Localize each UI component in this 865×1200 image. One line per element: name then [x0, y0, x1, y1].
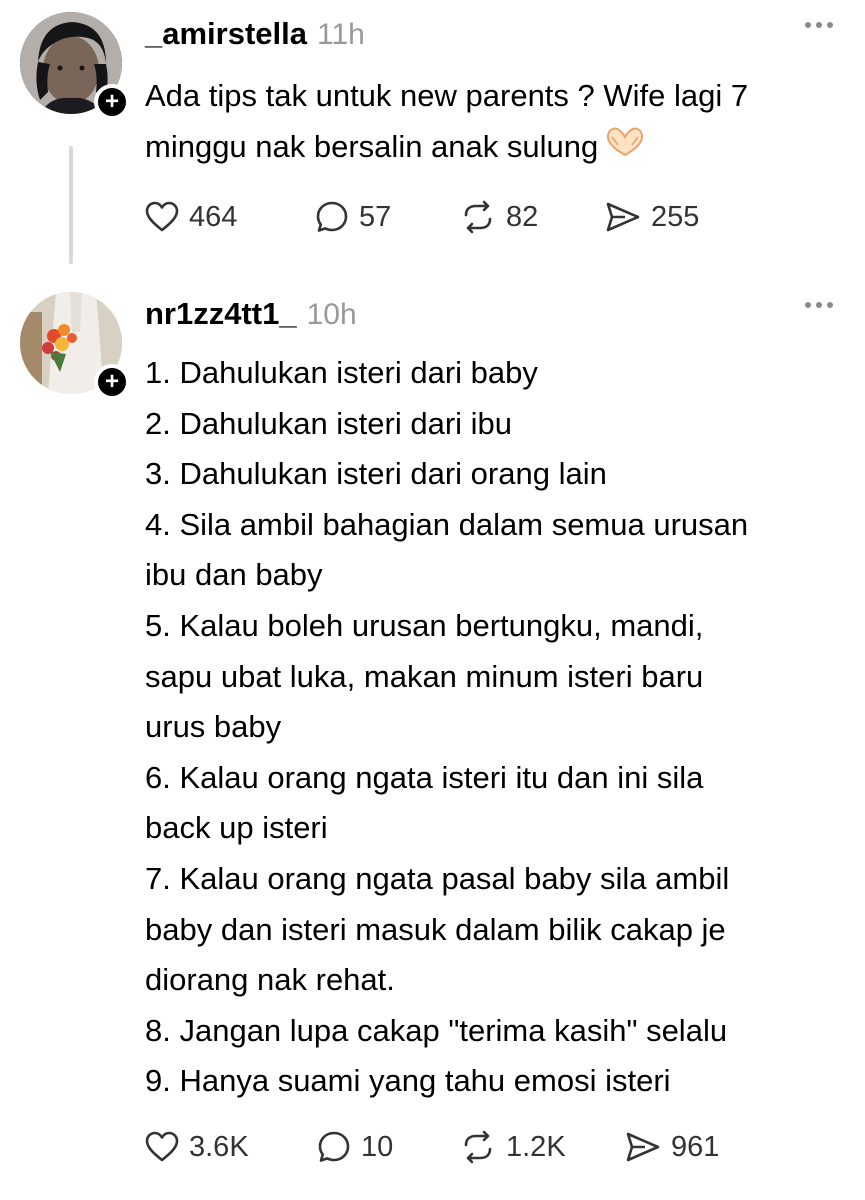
- timestamp: 10h: [306, 298, 357, 331]
- username[interactable]: _amirstella: [145, 16, 307, 52]
- plus-icon: +: [104, 368, 119, 395]
- reply-count: 57: [359, 200, 392, 233]
- avatar-container[interactable]: +: [20, 12, 130, 120]
- repost-arrows-icon: [464, 200, 492, 234]
- post-actions: 3.6K 10 1.2K 961: [145, 1130, 719, 1164]
- post-text: 1. Dahulukan isteri dari baby 2. Dahuluk…: [145, 348, 845, 1107]
- more-dots-icon[interactable]: [805, 22, 833, 28]
- post-text-line: 3. Dahulukan isteri dari orang lain: [145, 456, 607, 492]
- follow-plus-button[interactable]: +: [94, 364, 130, 400]
- share-count: 961: [671, 1130, 720, 1163]
- thread-post-original: + _amirstella 11h Ada tips tak untuk new…: [0, 0, 865, 280]
- heart-icon: [145, 1131, 179, 1162]
- repost-arrows-icon: [464, 1130, 492, 1164]
- post-text-line: sapu ubat luka, makan minum isteri baru: [145, 658, 704, 694]
- post-text-line: urus baby: [145, 709, 282, 745]
- repost-count: 1.2K: [506, 1130, 566, 1163]
- post-text-line: 1. Dahulukan isteri dari baby: [145, 355, 538, 390]
- post-text-line: Ada tips tak untuk new parents ? Wife la…: [145, 78, 749, 113]
- plus-icon: +: [104, 88, 119, 115]
- post-text-line: 9. Hanya suami yang tahu emosi isteri: [145, 1063, 671, 1099]
- thread-connector-line: [69, 146, 73, 264]
- like-button[interactable]: 464: [145, 201, 315, 234]
- like-button[interactable]: 3.6K: [145, 1131, 317, 1164]
- follow-plus-button[interactable]: +: [94, 84, 130, 120]
- share-button[interactable]: 255: [605, 201, 699, 234]
- repost-button[interactable]: 82: [460, 200, 605, 234]
- heart-hands-emoji-icon: [604, 123, 646, 174]
- username[interactable]: nr1zz4tt1_: [145, 296, 297, 332]
- share-button[interactable]: 961: [625, 1131, 719, 1164]
- post-text-line: 4. Sila ambil bahagian dalam semua urusa…: [145, 506, 749, 542]
- post-text-line: baby dan isteri masuk dalam bilik cakap …: [145, 911, 726, 947]
- speech-bubble-icon: [316, 201, 348, 232]
- heart-icon: [145, 201, 179, 232]
- post-text-segment: minggu nak bersalin anak sulung: [145, 129, 599, 164]
- post-header: _amirstella 11h: [145, 16, 365, 52]
- post-text-line: back up isteri: [145, 810, 328, 846]
- post-actions: 464 57 82 255: [145, 200, 699, 234]
- post-text-line: ibu dan baby: [145, 557, 323, 593]
- repost-count: 82: [506, 200, 539, 233]
- like-count: 3.6K: [189, 1130, 249, 1163]
- more-dots-icon[interactable]: [805, 302, 833, 308]
- post-text-line: minggu nak bersalin anak sulung: [145, 121, 845, 174]
- reply-count: 10: [361, 1130, 394, 1163]
- like-count: 464: [189, 200, 238, 233]
- post-text-line: 2. Dahulukan isteri dari ibu: [145, 405, 513, 441]
- post-text-line: 6. Kalau orang ngata isteri itu dan ini …: [145, 759, 704, 795]
- post-text-line: 7. Kalau orang ngata pasal baby sila amb…: [145, 860, 730, 896]
- send-icon: [626, 1132, 660, 1162]
- post-text-line: 5. Kalau boleh urusan bertungku, mandi,: [145, 607, 704, 643]
- timestamp: 11h: [317, 18, 365, 51]
- repost-button[interactable]: 1.2K: [460, 1130, 625, 1164]
- post-text: Ada tips tak untuk new parents ? Wife la…: [145, 70, 845, 174]
- reply-button[interactable]: 10: [317, 1130, 460, 1164]
- send-icon: [606, 202, 640, 232]
- reply-button[interactable]: 57: [315, 200, 460, 234]
- post-header: nr1zz4tt1_ 10h: [145, 296, 357, 332]
- avatar-container[interactable]: +: [20, 292, 130, 400]
- post-text-line: diorang nak rehat.: [145, 962, 395, 998]
- thread-post-reply: + nr1zz4tt1_ 10h 1. Dahulukan isteri dar…: [0, 280, 865, 1200]
- post-text-line: 8. Jangan lupa cakap "terima kasih" sela…: [145, 1012, 728, 1048]
- speech-bubble-icon: [318, 1131, 350, 1162]
- share-count: 255: [651, 200, 700, 233]
